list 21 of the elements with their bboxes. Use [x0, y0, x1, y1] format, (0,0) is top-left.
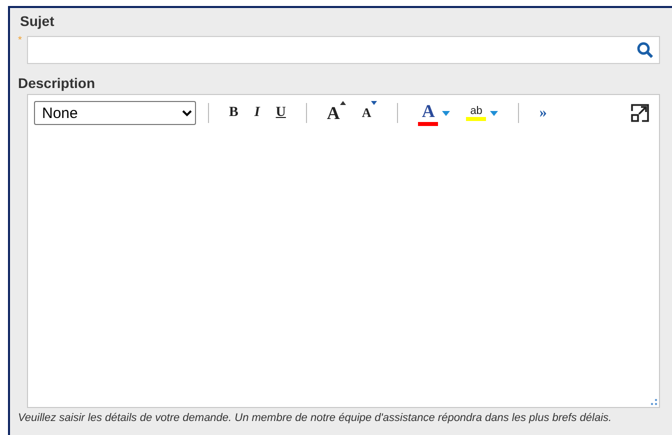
- highlight-button[interactable]: ab: [458, 101, 506, 125]
- more-button[interactable]: »: [531, 101, 555, 125]
- search-icon[interactable]: [637, 42, 653, 58]
- field-label: Sujet: [20, 12, 56, 30]
- up-arrow-icon: [340, 101, 346, 105]
- italic-button[interactable]: I: [246, 101, 268, 125]
- hint-text: Veuillez saisir les détails de votre demande. Un membre de notre équipe d'assistance répondra dans les plus brefs délais.: [18, 412, 613, 424]
- underline-button[interactable]: U: [268, 101, 294, 125]
- caret-icon: [490, 110, 498, 116]
- caret-icon: [442, 110, 450, 116]
- description-editor[interactable]: None B I U A A A ab »: [27, 94, 660, 408]
- resize-handle-icon[interactable]: [651, 399, 657, 405]
- font-color-button[interactable]: A: [410, 101, 458, 125]
- grow-font-button[interactable]: A: [318, 101, 354, 125]
- required-mark: *: [18, 36, 23, 46]
- shrink-font-button[interactable]: A: [354, 101, 386, 125]
- subject-field[interactable]: [27, 36, 660, 64]
- style-select[interactable]: None: [34, 101, 196, 125]
- bold-button[interactable]: B: [221, 101, 246, 125]
- down-arrow-icon: [371, 101, 378, 105]
- field-label: Description: [18, 74, 96, 92]
